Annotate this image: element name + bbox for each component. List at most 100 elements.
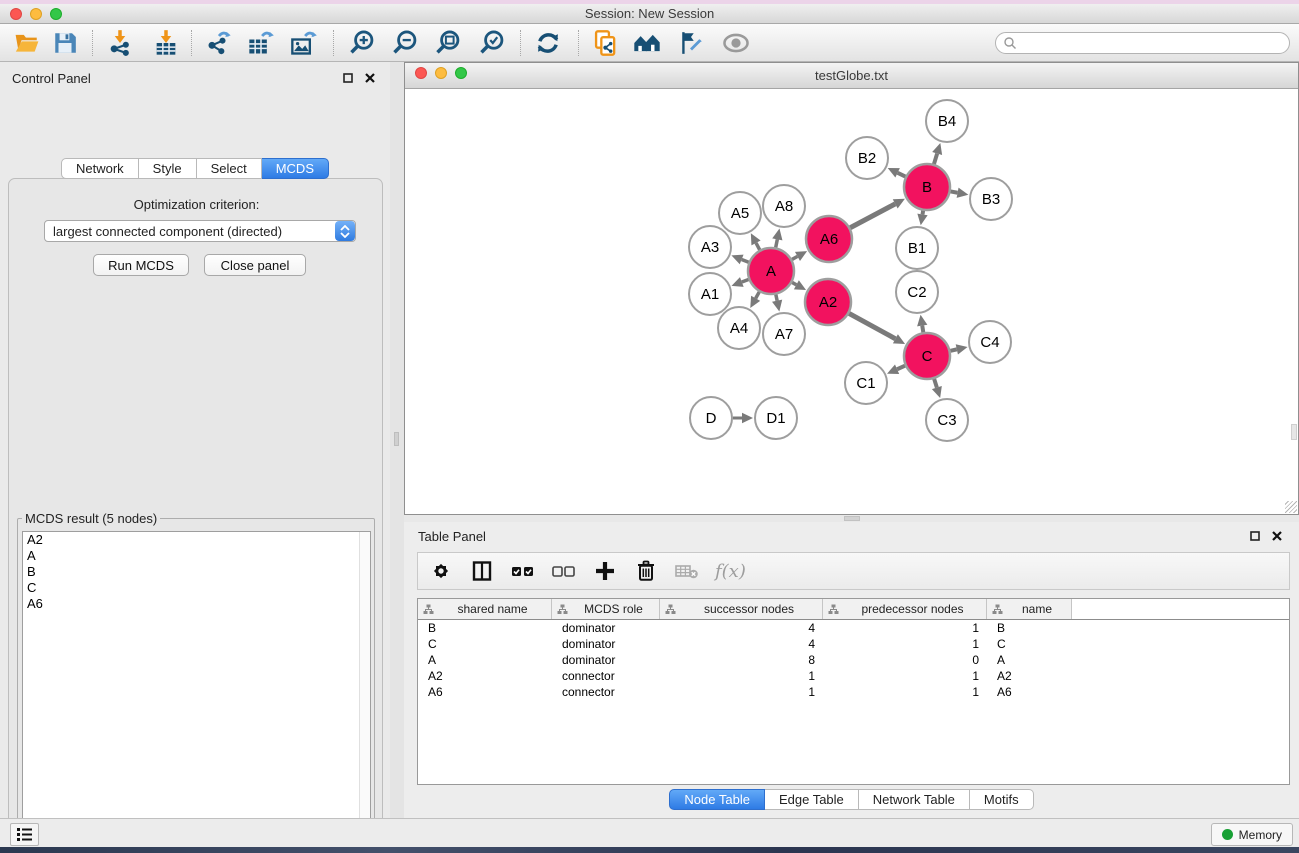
open-session-icon[interactable] (8, 27, 46, 59)
tab-edge-table[interactable]: Edge Table (765, 789, 859, 810)
tab-mcds[interactable]: MCDS (262, 158, 329, 179)
criterion-dropdown[interactable]: largest connected component (directed) (44, 220, 356, 242)
edge-A-A4[interactable] (756, 292, 760, 298)
network-maximize-button[interactable] (455, 67, 467, 79)
node-C1[interactable]: C1 (845, 362, 887, 404)
memory-button[interactable]: Memory (1211, 823, 1293, 846)
cell-mcds-role[interactable]: dominator (552, 637, 660, 651)
edge-A-A7[interactable] (776, 295, 777, 301)
window-resize-grip[interactable] (1285, 501, 1297, 513)
edge-A6-B[interactable] (850, 204, 895, 228)
zoom-out-icon[interactable] (386, 27, 424, 59)
tab-motifs[interactable]: Motifs (970, 789, 1034, 810)
export-table-icon[interactable] (242, 27, 280, 59)
node-A6[interactable]: A6 (806, 216, 852, 262)
cell-name[interactable]: A2 (987, 669, 1072, 683)
column-header-name[interactable]: name (987, 599, 1072, 619)
cell-successor-nodes[interactable]: 4 (660, 637, 823, 651)
tab-network-table[interactable]: Network Table (859, 789, 970, 810)
cell-name[interactable]: C (987, 637, 1072, 651)
tab-node-table[interactable]: Node Table (669, 789, 765, 810)
edge-A-A3[interactable] (742, 259, 749, 262)
cell-predecessor-nodes[interactable]: 1 (823, 685, 987, 699)
close-panel-button[interactable]: Close panel (204, 254, 306, 276)
cell-successor-nodes[interactable]: 4 (660, 621, 823, 635)
new-network-from-selection-icon[interactable] (587, 27, 625, 59)
cell-shared-name[interactable]: B (418, 621, 552, 635)
cell-successor-nodes[interactable]: 8 (660, 653, 823, 667)
edge-A-A1[interactable] (742, 279, 749, 282)
node-A8[interactable]: A8 (763, 185, 805, 227)
column-header-predecessor-nodes[interactable]: predecessor nodes (823, 599, 987, 619)
edge-A2-C[interactable] (849, 313, 895, 338)
column-header-shared-name[interactable]: shared name (418, 599, 552, 619)
cell-name[interactable]: A6 (987, 685, 1072, 699)
save-session-icon[interactable] (46, 27, 84, 59)
node-A7[interactable]: A7 (763, 313, 805, 355)
cell-predecessor-nodes[interactable]: 0 (823, 653, 987, 667)
table-row[interactable]: A6connector11A6 (418, 684, 1289, 700)
tab-network[interactable]: Network (61, 158, 139, 179)
cell-mcds-role[interactable]: dominator (552, 653, 660, 667)
close-panel-icon[interactable] (362, 70, 378, 86)
edge-B-B2[interactable] (898, 173, 906, 177)
search-input[interactable] (1017, 36, 1267, 50)
table-row[interactable]: Cdominator41C (418, 636, 1289, 652)
node-A2[interactable]: A2 (805, 279, 851, 325)
mcds-result-item[interactable]: A (23, 548, 370, 564)
close-window-button[interactable] (10, 8, 22, 20)
select-all-rows-icon[interactable] (510, 558, 536, 584)
cell-mcds-role[interactable]: connector (552, 669, 660, 683)
edge-B-B4[interactable] (934, 154, 937, 164)
edge-B-B3[interactable] (951, 191, 958, 192)
column-header-successor-nodes[interactable]: successor nodes (660, 599, 823, 619)
maximize-window-button[interactable] (50, 8, 62, 20)
tab-style[interactable]: Style (139, 158, 197, 179)
network-minimize-button[interactable] (435, 67, 447, 79)
float-panel-icon[interactable] (340, 70, 356, 86)
edge-A-A2[interactable] (792, 282, 796, 284)
node-A4[interactable]: A4 (718, 307, 760, 349)
show-columns-icon[interactable] (469, 558, 495, 584)
cell-shared-name[interactable]: A (418, 653, 552, 667)
node-B[interactable]: B (904, 164, 950, 210)
edge-C-C1[interactable] (897, 366, 905, 370)
task-history-button[interactable] (10, 823, 39, 846)
mcds-result-item[interactable]: A6 (23, 596, 370, 612)
mcds-result-scrollbar[interactable] (359, 532, 370, 853)
search-field[interactable] (995, 32, 1290, 54)
cell-mcds-role[interactable]: connector (552, 685, 660, 699)
node-B3[interactable]: B3 (970, 178, 1012, 220)
annotation-mode-icon[interactable] (672, 27, 710, 59)
cell-predecessor-nodes[interactable]: 1 (823, 621, 987, 635)
minimize-window-button[interactable] (30, 8, 42, 20)
vertical-splitter[interactable] (390, 62, 404, 818)
cell-predecessor-nodes[interactable]: 1 (823, 637, 987, 651)
tab-select[interactable]: Select (197, 158, 262, 179)
node-C3[interactable]: C3 (926, 399, 968, 441)
edge-C-C2[interactable] (922, 326, 923, 333)
right-splitter-handle[interactable] (1291, 424, 1297, 440)
edge-C-C3[interactable] (934, 379, 937, 388)
create-new-column-icon[interactable] (592, 558, 618, 584)
edge-B-B1[interactable] (923, 211, 924, 215)
node-B4[interactable]: B4 (926, 100, 968, 142)
column-settings-icon[interactable] (428, 558, 454, 584)
edge-C-C4[interactable] (950, 349, 956, 350)
zoom-fit-icon[interactable] (429, 27, 467, 59)
mcds-result-item[interactable]: A2 (23, 532, 370, 548)
splitter-handle[interactable] (394, 432, 399, 446)
horizontal-splitter[interactable] (404, 515, 1299, 522)
column-header-mcds-role[interactable]: MCDS role (552, 599, 660, 619)
mcds-result-item[interactable]: C (23, 580, 370, 596)
import-table-icon[interactable] (147, 27, 185, 59)
node-B1[interactable]: B1 (896, 227, 938, 269)
cell-mcds-role[interactable]: dominator (552, 621, 660, 635)
cell-shared-name[interactable]: A6 (418, 685, 552, 699)
node-C2[interactable]: C2 (896, 271, 938, 313)
apply-layout-icon[interactable] (529, 27, 567, 59)
deselect-all-rows-icon[interactable] (551, 558, 577, 584)
node-C[interactable]: C (904, 333, 950, 379)
first-neighbors-icon[interactable] (628, 27, 666, 59)
delete-columns-icon[interactable] (633, 558, 659, 584)
